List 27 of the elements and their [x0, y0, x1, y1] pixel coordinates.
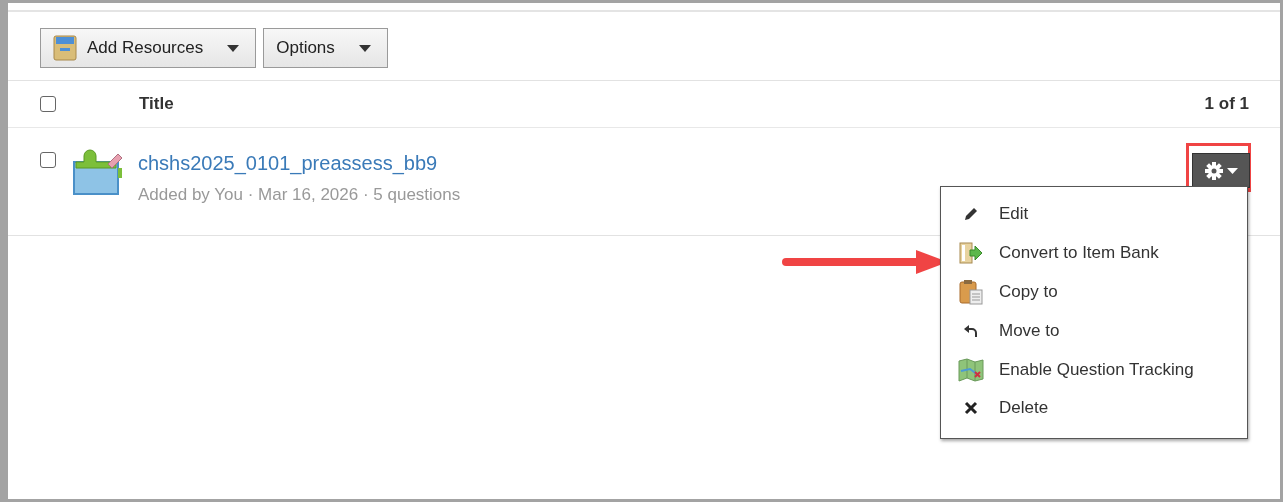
pencil-icon: [963, 206, 979, 223]
clipboard-icon: [958, 279, 984, 305]
menu-item[interactable]: Delete: [941, 389, 1247, 428]
menu-item[interactable]: Copy to: [941, 272, 1247, 312]
close-icon: [964, 401, 978, 416]
menu-item[interactable]: Move to: [941, 311, 1247, 351]
settings-icon: [1204, 160, 1224, 181]
column-header: Title: [139, 94, 174, 114]
menu-item[interactable]: Convert to Item Bank: [941, 233, 1247, 273]
caret-icon: [1227, 167, 1238, 174]
pagination-label: 1 of 1: [1204, 94, 1249, 114]
menu-item[interactable]: Edit: [941, 195, 1247, 234]
caret-icon: [358, 44, 371, 52]
toolbar-button[interactable]: Add Resources: [40, 28, 257, 68]
menu-item[interactable]: Enable Question Tracking: [941, 350, 1247, 389]
book-arrow-icon: [958, 240, 984, 267]
settings-button[interactable]: [1192, 153, 1250, 188]
checkbox[interactable]: [40, 152, 56, 168]
undo-arrow-icon: [963, 322, 979, 339]
map-icon: [958, 356, 984, 383]
drawer-icon: [53, 35, 77, 61]
checkbox[interactable]: [40, 96, 56, 112]
resource-title-link[interactable]: chshs2025_0101_preassess_bb9: [138, 152, 461, 175]
test-folder-icon: [72, 148, 124, 196]
caret-icon: [227, 44, 240, 52]
resource-meta: Added by You · Mar 16, 2026 · 5 questions: [138, 185, 461, 205]
toolbar-button[interactable]: Options: [263, 28, 388, 68]
